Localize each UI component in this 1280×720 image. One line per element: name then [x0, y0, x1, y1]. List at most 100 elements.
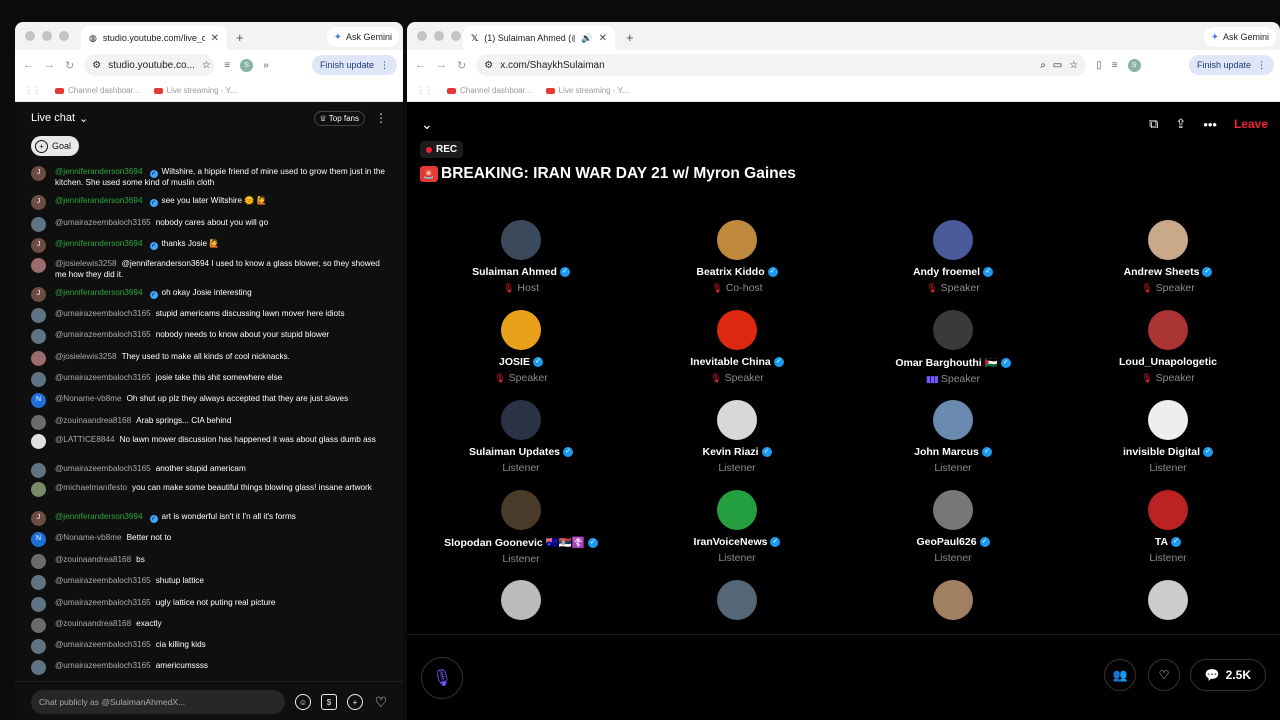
participant-avatar[interactable] [1148, 580, 1188, 620]
participant-avatar[interactable] [1148, 220, 1188, 260]
participant[interactable]: JOSIE ✓ 🎙 Speaker [421, 310, 621, 384]
author-name[interactable]: @jenniferanderson3694 [55, 196, 143, 205]
apps-grid-icon[interactable]: ⋮⋮ [417, 86, 433, 95]
participant-avatar[interactable] [717, 310, 757, 350]
author-avatar[interactable] [31, 660, 46, 675]
chat-message[interactable]: @umairazeembaloch3165 ugly lattice not pu… [31, 597, 389, 612]
author-name[interactable]: @umairazeembaloch3165 [55, 218, 151, 227]
share-icon[interactable]: ⇪ [1175, 116, 1186, 132]
chat-message[interactable]: @umairazeembaloch3165 another stupid amer… [31, 463, 389, 478]
participant[interactable]: Inevitable China ✓ 🎙 Speaker [637, 310, 837, 384]
browser-tab-x[interactable]: 𝕏 (1) Sulaiman Ahmed (@Sh 🔊 ✕ [463, 26, 615, 50]
chat-message[interactable]: @umairazeembaloch3165 josie take this shi… [31, 372, 389, 387]
participant-avatar[interactable] [933, 490, 973, 530]
participant-avatar[interactable] [501, 310, 541, 350]
author-avatar[interactable] [31, 372, 46, 387]
chat-message[interactable]: @michaelmanifesto you can make some beaut… [31, 482, 389, 497]
participant[interactable]: Kevin Riazi ✓ Listener [637, 400, 837, 474]
participant[interactable]: Loud_Unapologetic 🎙 Speaker [1068, 310, 1268, 384]
new-tab-button[interactable]: + [626, 30, 634, 45]
author-avatar[interactable] [31, 329, 46, 344]
author-name[interactable]: @umairazeembaloch3165 [55, 661, 151, 670]
participant[interactable] [637, 580, 837, 620]
participant[interactable]: Andy froemel ✓ 🎙 Speaker [853, 220, 1053, 294]
site-info-icon[interactable]: ⚙ [92, 60, 101, 71]
bookmark-star-icon[interactable]: ☆ [1069, 60, 1078, 71]
chat-message[interactable]: @LATTICE8844 No lawn mower discussion has… [31, 434, 389, 449]
chat-message[interactable]: @josielewis3258 @jenniferanderson3694 I u… [31, 258, 389, 280]
bookmark-channel-dashboard[interactable]: Channel dashboar... [55, 86, 140, 95]
author-name[interactable]: @umairazeembaloch3165 [55, 309, 151, 318]
participant[interactable]: GeoPaul626 ✓ Listener [853, 490, 1053, 564]
request-mic-button[interactable]: 🎙 [421, 657, 463, 699]
participant-avatar[interactable] [933, 220, 973, 260]
author-avatar[interactable] [31, 597, 46, 612]
add-icon[interactable]: + [347, 694, 363, 710]
author-name[interactable]: @umairazeembaloch3165 [55, 598, 151, 607]
reload-icon[interactable]: ↻ [65, 59, 74, 72]
emoji-icon[interactable]: ☺ [295, 694, 311, 710]
author-name[interactable]: @umairazeembaloch3165 [55, 373, 151, 382]
chat-message[interactable]: J @jenniferanderson3694 ✓ oh okay Josie int… [31, 287, 389, 302]
back-icon[interactable]: ← [415, 59, 426, 71]
author-name[interactable]: @jenniferanderson3694 [55, 167, 143, 176]
author-avatar[interactable]: N [31, 532, 46, 547]
bookmark-star-icon[interactable]: ☆ [202, 60, 211, 71]
author-avatar[interactable] [31, 639, 46, 654]
author-avatar[interactable] [31, 308, 46, 323]
author-avatar[interactable] [31, 351, 46, 366]
chat-message[interactable]: @umairazeembaloch3165 stupid americams di… [31, 308, 389, 323]
ask-gemini-button[interactable]: ✦ Ask Gemini [326, 27, 399, 47]
back-icon[interactable]: ← [23, 59, 34, 71]
chat-message[interactable]: @josielewis3258 They used to make all kin… [31, 351, 389, 366]
bookmark-live-streaming[interactable]: Live streaming - Y... [545, 86, 629, 95]
participant[interactable]: Beatrix Kiddo ✓ 🎙 Co-host [637, 220, 837, 294]
bookmark-live-streaming[interactable]: Live streaming - Y... [153, 86, 237, 95]
participant-avatar[interactable] [717, 220, 757, 260]
author-name[interactable]: @josielewis3258 [55, 259, 117, 268]
top-fans-button[interactable]: ♕ Top fans [313, 110, 365, 126]
author-name[interactable]: @umairazeembaloch3165 [55, 464, 151, 473]
participant[interactable] [853, 580, 1053, 620]
participant-avatar[interactable] [501, 580, 541, 620]
leave-button[interactable]: Leave [1234, 117, 1268, 131]
chat-message[interactable]: @umairazeembaloch3165 shutup lattice [31, 575, 389, 590]
participant[interactable]: invisible Digital ✓ Listener [1068, 400, 1268, 474]
author-avatar[interactable] [31, 217, 46, 232]
chat-message[interactable]: @zouinaandrea8168 bs [31, 554, 389, 569]
close-tab-icon[interactable]: ✕ [599, 33, 607, 44]
participant[interactable]: IranVoiceNews ✓ Listener [637, 490, 837, 564]
participants-button[interactable]: 👥 [1104, 659, 1136, 691]
participant[interactable] [421, 580, 621, 620]
ask-gemini-button[interactable]: ✦ Ask Gemini [1203, 27, 1276, 47]
participant[interactable]: Slopodan Goonevic 🇦🇺🇷🇸☦️ ✓ Listener [421, 490, 621, 565]
participant-avatar[interactable] [501, 220, 541, 260]
chat-message[interactable]: @umairazeembaloch3165 cia killing kids [31, 639, 389, 654]
chat-menu-icon[interactable]: ⋮ [375, 111, 387, 125]
author-avatar[interactable] [31, 258, 46, 273]
site-info-icon[interactable]: ⚙ [484, 60, 493, 71]
window-controls[interactable] [25, 31, 69, 41]
author-avatar[interactable] [31, 482, 46, 497]
apps-grid-icon[interactable]: ⋮⋮ [25, 86, 41, 95]
participant[interactable]: Sulaiman Updates ✓ Listener [421, 400, 621, 474]
participant-avatar[interactable] [717, 490, 757, 530]
extensions-icon[interactable]: ≡ [1112, 60, 1118, 71]
author-name[interactable]: @zouinaandrea8168 [55, 619, 131, 628]
author-name[interactable]: @LATTICE8844 [55, 435, 115, 444]
overflow-chevron-icon[interactable]: » [263, 60, 269, 71]
author-avatar[interactable]: N [31, 393, 46, 408]
heart-icon[interactable]: ♡ [373, 694, 389, 710]
super-chat-icon[interactable]: $ [321, 694, 337, 710]
participant-avatar[interactable] [933, 580, 973, 620]
profile-avatar[interactable]: S [1127, 58, 1141, 72]
author-name[interactable]: @umairazeembaloch3165 [55, 576, 151, 585]
participant[interactable]: TA ✓ Listener [1068, 490, 1268, 564]
address-bar[interactable]: ⚙ studio.youtube.co... ☆ [84, 54, 215, 76]
chat-input[interactable]: Chat publicly as @SulaimanAhmedX... [31, 690, 285, 714]
close-tab-icon[interactable]: ✕ [211, 33, 219, 44]
cast-icon[interactable]: ▭ [1053, 60, 1062, 71]
author-name[interactable]: @Noname-vb8me [55, 394, 122, 403]
goal-button[interactable]: + Goal [31, 136, 80, 156]
participant-avatar[interactable] [933, 310, 973, 350]
